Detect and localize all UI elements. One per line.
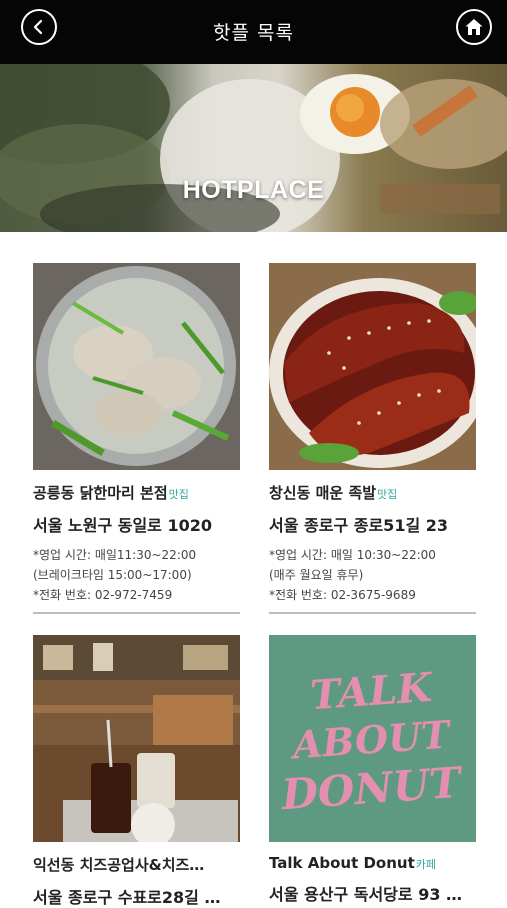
place-info: *영업 시간: 매일 10:30~22:00 (매주 월요일 휴무) *전화 번… [269,545,476,605]
home-button[interactable] [456,9,492,45]
place-photo[interactable] [269,263,476,470]
place-name-row: 익선동 치즈공업사&치즈… [33,854,240,875]
hours-note: (매주 월요일 휴무) [269,568,364,582]
place-address: 서울 노원구 동일로 1020 [33,516,213,535]
place-card[interactable]: 공릉동 닭한마리 본점맛집 서울 노원구 동일로 1020 *영업 시간: 매일… [33,263,240,614]
category-tag: 맛집 [168,488,189,501]
hero-banner: HOTPLACE [0,64,507,232]
place-name-row: Talk About Donut카페 [269,854,476,872]
place-name: Talk About Donut [269,854,415,872]
place-address: 서울 종로구 종로51길 23 [269,516,449,535]
place-card[interactable]: TALK ABOUT DONUT Talk About Donut카페 서울 용… [269,635,476,905]
category-tag: 맛집 [377,488,398,501]
place-photo[interactable] [33,263,240,470]
place-address: 서울 종로구 수표로28길 … [33,888,221,907]
place-info: *영업 시간: 매일11:30~22:00 (브레이크타임 15:00~17:0… [33,545,240,605]
hours-note: (브레이크타임 15:00~17:00) [33,568,192,582]
cafe-interior-image [33,635,240,842]
place-name: 익선동 치즈공업사&치즈… [33,856,205,874]
phone-number: *전화 번호: 02-3675-9689 [269,588,416,602]
divider [269,612,476,614]
place-card[interactable]: 익선동 치즈공업사&치즈… 서울 종로구 수표로28길 … [33,635,240,908]
place-name-row: 공릉동 닭한마리 본점맛집 [33,482,240,503]
place-name: 공릉동 닭한마리 본점 [33,484,168,502]
chicken-soup-image [33,263,240,470]
place-photo[interactable]: TALK ABOUT DONUT [269,635,476,842]
page-title: 핫플 목록 [213,22,294,44]
donut-logo-image: TALK ABOUT DONUT [269,635,476,842]
business-hours: *영업 시간: 매일 10:30~22:00 [269,548,436,562]
home-icon [465,19,483,35]
divider [33,612,240,614]
category-tag: 카페 [415,858,437,871]
hero-food-image [0,64,507,232]
hero-title: HOTPLACE [182,176,325,204]
spicy-jokbal-image [269,263,476,470]
logo-word-talk: TALK [309,664,436,720]
place-name: 창신동 매운 족발 [269,484,377,502]
place-name-row: 창신동 매운 족발맛집 [269,482,476,503]
place-photo[interactable] [33,635,240,842]
place-card[interactable]: 창신동 매운 족발맛집 서울 종로구 종로51길 23 *영업 시간: 매일 1… [269,263,476,614]
top-bar: 핫플 목록 [0,0,507,64]
business-hours: *영업 시간: 매일11:30~22:00 [33,548,197,562]
place-address: 서울 용산구 독서당로 93 … [269,885,463,904]
phone-number: *전화 번호: 02-972-7459 [33,588,173,602]
